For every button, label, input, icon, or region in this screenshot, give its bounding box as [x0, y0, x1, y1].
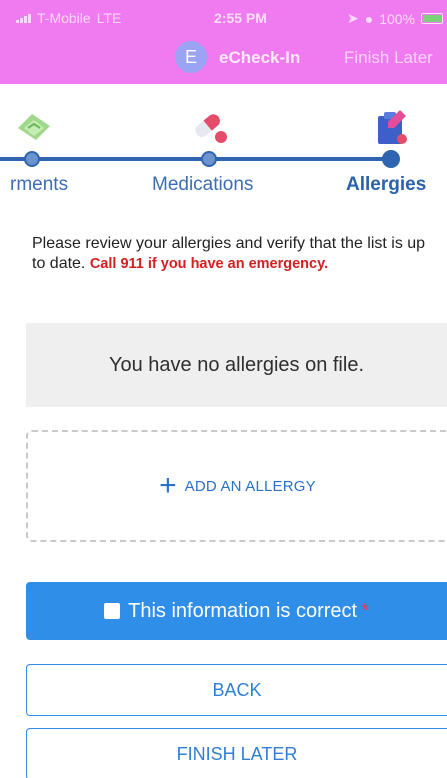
allergy-clipboard-icon — [378, 110, 407, 144]
step-label-medications[interactable]: Medications — [152, 174, 253, 196]
carrier-info: T-Mobile LTE — [16, 10, 121, 26]
emergency-notice: Call 911 if you have an emergency. — [89, 256, 329, 272]
finish-later-link[interactable]: Finish Later — [344, 48, 433, 68]
step-label-appointments[interactable]: rments — [10, 174, 68, 196]
appointments-icon — [18, 114, 50, 140]
confirm-label: This information is correct — [128, 599, 358, 622]
pills-icon — [195, 114, 227, 143]
network-type: LTE — [96, 10, 122, 26]
empty-state-text: You have no allergies on file. — [109, 353, 364, 376]
required-asterisk: * — [361, 599, 369, 622]
battery-icon — [421, 13, 443, 24]
intro-text: Please review your allergies and verify … — [32, 234, 442, 274]
add-allergy-button[interactable]: + ADD AN ALLERGY — [26, 430, 447, 542]
confirm-info-checkbox[interactable]: This information is correct * — [26, 582, 447, 640]
nav-bar: E eCheck-In Finish Later — [0, 36, 447, 80]
lock-rotation-icon: ● — [364, 10, 374, 27]
step-dot-medications[interactable] — [201, 151, 217, 167]
status-time: 2:55 PM — [214, 10, 267, 26]
status-indicators: ➤ ● 100% — [347, 10, 443, 27]
stepper-track — [0, 157, 392, 161]
plus-icon: + — [159, 469, 177, 502]
battery-percent: 100% — [379, 10, 415, 27]
status-bar: T-Mobile LTE 2:55 PM ➤ ● 100% — [0, 0, 447, 36]
location-icon: ➤ — [346, 10, 359, 26]
progress-stepper: rments Medications Allergies — [0, 100, 447, 200]
app-title: eCheck-In — [219, 48, 301, 67]
finish-later-button[interactable]: FINISH LATER — [26, 728, 447, 778]
app-header: T-Mobile LTE 2:55 PM ➤ ● 100% E eCheck-I… — [0, 0, 447, 84]
no-allergies-message: You have no allergies on file. — [26, 323, 447, 407]
signal-icon — [16, 13, 31, 23]
step-label-allergies[interactable]: Allergies — [346, 174, 426, 196]
step-dot-allergies[interactable] — [382, 150, 400, 168]
step-dot-appointments[interactable] — [24, 151, 40, 167]
checkbox-icon[interactable] — [104, 603, 121, 619]
add-allergy-label: ADD AN ALLERGY — [184, 477, 316, 495]
back-button[interactable]: BACK — [26, 664, 447, 716]
avatar[interactable]: E — [175, 41, 207, 73]
carrier-name: T-Mobile — [37, 10, 91, 26]
